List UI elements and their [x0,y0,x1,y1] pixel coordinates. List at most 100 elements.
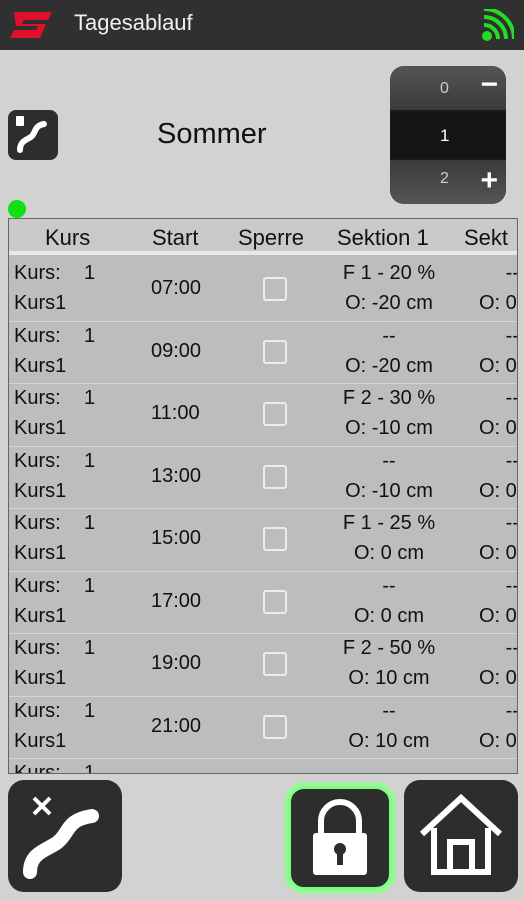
section2-line2: O: 0 [479,417,517,439]
stepper-decrement-row[interactable]: 0 − [390,66,506,110]
kurs-name: Kurs1 [14,354,67,377]
section2-line1: -- [505,574,518,597]
home-button[interactable] [404,780,518,892]
minus-button[interactable]: − [480,70,498,100]
kurs-name: Kurs1 [14,417,67,439]
section2-line2: O: 0 [479,292,517,314]
start-time[interactable]: 09:00 [151,340,201,363]
start-time[interactable]: 19:00 [151,652,201,675]
kurs-number: 1 [84,324,96,347]
kurs-number: 1 [84,699,96,722]
section1-line1: F 1 - 25 % [342,512,436,534]
home-icon [419,793,503,875]
table-row[interactable]: Kurs: 1 Kurs1 09:00 -- O: -20 cm -- O: 0 [9,321,517,384]
kurs-number: 1 [84,262,96,284]
status-indicator [8,200,26,218]
section1-line2: O: 0 cm [353,542,424,564]
section1-line1: -- [382,324,396,347]
kurs-label: Kurs: [14,762,61,774]
course-path-icon[interactable] [8,110,58,160]
section2-line2: O: 0 [479,479,517,502]
lock-checkbox[interactable] [263,464,287,489]
kurs-label: Kurs: [14,637,61,659]
schedule-table[interactable]: Kurs Start Sperre Sektion 1 Sekt Kurs: 1 K… [8,218,518,774]
section1-line1: -- [382,449,396,472]
kurs-label: Kurs: [14,262,61,284]
section1-line2: O: 0 cm [353,604,424,627]
kurs-name: Kurs1 [14,729,67,752]
kurs-name: Kurs1 [14,292,67,314]
section1-line1: -- [382,699,396,722]
lock-icon [313,799,367,875]
section1-line1: F 2 - 30 % [342,387,436,409]
section1-line2: O: -20 cm [345,354,433,377]
plus-button[interactable]: + [480,166,498,196]
profile-stepper[interactable]: 0 − 1 2 + [390,66,506,204]
lock-checkbox[interactable] [263,714,287,739]
kurs-number: 1 [84,387,96,409]
brand-logo-icon [10,12,52,38]
section2-line2: O: 0 [479,604,517,627]
kurs-number: 1 [84,449,96,472]
header-sperre: Sperre [238,225,305,250]
section1-line2: O: 10 cm [348,729,430,752]
start-time[interactable]: 15:00 [151,527,201,550]
section2-line1: -- [505,387,518,409]
wifi-signal-icon [482,9,514,41]
start-time[interactable]: 13:00 [151,465,201,488]
section1-line1: F 1 - 20 % [342,262,436,284]
kurs-label: Kurs: [14,699,61,722]
stepper-prev-value: 0 [440,80,449,97]
kurs-label: Kurs: [14,512,61,534]
start-time[interactable]: 11:00 [151,402,200,425]
table-header: Kurs Start Sperre Sektion 1 Sekt [9,219,517,255]
section2-line1: -- [505,637,518,659]
table-row[interactable]: Kurs: 1 Kurs1 11:00 F 2 - 30 % O: -10 cm -- O: … [9,384,518,447]
start-time[interactable]: 17:00 [151,590,201,613]
kurs-number: 1 [84,637,96,659]
header-kurs: Kurs [45,225,91,250]
kurs-label: Kurs: [14,387,61,409]
section2-line2: O: 0 [479,354,517,377]
table-row[interactable]: Kurs: 1 Kurs1 07:00 F 1 - 20 % O: -20 cm -- O: … [9,259,518,322]
section1-line2: O: -20 cm [345,292,433,314]
start-time[interactable]: 07:00 [151,277,201,300]
lock-checkbox[interactable] [263,277,287,301]
table-row[interactable]: Kurs: 1 Kurs1 21:00 -- O: 10 cm -- O: 0 [9,696,518,759]
lock-checkbox[interactable] [263,527,287,551]
section2-line2: O: 0 [479,542,517,564]
header-sektion-2: Sekt [464,225,509,250]
kurs-name: Kurs1 [14,479,67,502]
section1-line2: O: -10 cm [345,417,433,439]
app-title: Tagesablauf [74,10,193,35]
kurs-name: Kurs1 [14,667,67,689]
lock-checkbox[interactable] [263,589,287,614]
lock-checkbox[interactable] [263,652,287,676]
kurs-number: 1 [84,512,96,534]
table-row[interactable]: Kurs: 1 Kurs1 15:00 F 1 - 25 % O: 0 cm -- O: 0 [9,509,517,572]
clear-course-icon [23,796,99,879]
lock-button[interactable] [288,786,392,890]
kurs-name: Kurs1 [14,542,67,564]
lock-checkbox[interactable] [263,339,287,364]
table-row[interactable]: Kurs: 1 Kurs1 17:00 -- O: 0 cm -- O: 0 [9,571,518,634]
lock-checkbox[interactable] [263,402,287,426]
start-time[interactable]: 21:00 [151,715,201,738]
header-start: Start [152,225,199,250]
stepper-increment-row[interactable]: 2 + [390,160,506,204]
section2-line2: O: 0 [479,667,517,689]
section1-line2: O: -10 cm [345,479,433,502]
section2-line1: -- [505,699,518,722]
stepper-current-value: 1 [440,126,450,145]
app-header: Tagesablauf [0,0,524,50]
table-row-partial[interactable]: Kurs: 1 [9,759,517,774]
section2-line1: -- [505,449,518,472]
kurs-label: Kurs: [14,574,61,597]
section1-line1: F 2 - 50 % [342,637,436,659]
section2-line1: -- [505,262,518,284]
clear-course-button[interactable] [8,780,122,892]
header-sektion-1: Sektion 1 [337,225,429,250]
section1-line1: -- [382,574,396,597]
table-row[interactable]: Kurs: 1 Kurs1 19:00 F 2 - 50 % O: 10 cm -- O: 0 [9,634,518,697]
table-row[interactable]: Kurs: 1 Kurs1 13:00 -- O: -10 cm -- O: 0 [9,446,518,509]
